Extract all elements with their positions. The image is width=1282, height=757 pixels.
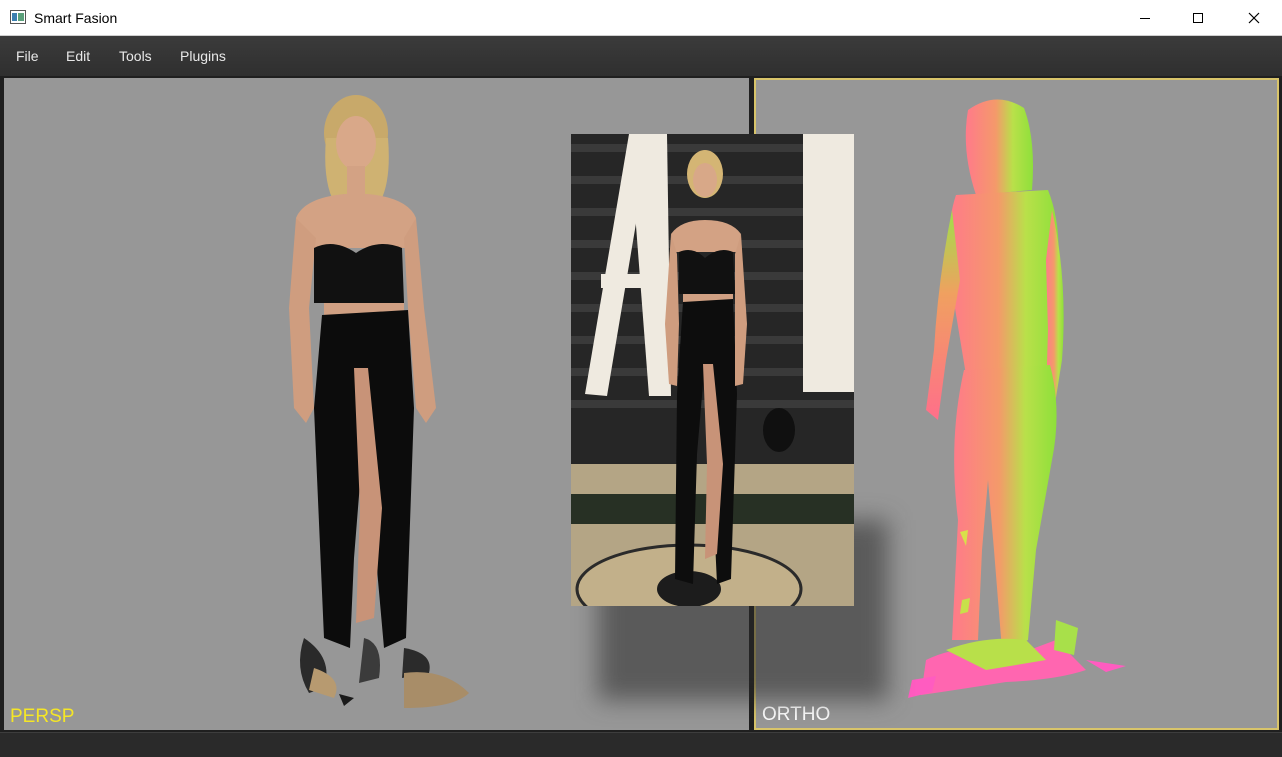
status-bar xyxy=(0,732,1282,757)
reference-photo xyxy=(571,134,854,606)
persp-label: PERSP xyxy=(10,706,75,727)
menu-file[interactable]: File xyxy=(16,48,39,64)
reference-photo-image xyxy=(571,134,854,606)
window-title: Smart Fasion xyxy=(34,10,118,26)
close-icon xyxy=(1248,12,1260,23)
minimize-button[interactable] xyxy=(1122,0,1168,35)
menu-bar: File Edit Tools Plugins xyxy=(0,36,1282,76)
minimize-icon xyxy=(1140,17,1150,19)
ortho-label: ORTHO xyxy=(762,704,831,725)
maximize-icon xyxy=(1193,12,1203,23)
maximize-button[interactable] xyxy=(1175,0,1221,35)
app-icon xyxy=(10,10,26,24)
menu-plugins[interactable]: Plugins xyxy=(180,48,226,64)
menu-edit[interactable]: Edit xyxy=(66,48,90,64)
menu-tools[interactable]: Tools xyxy=(119,48,152,64)
close-button[interactable] xyxy=(1231,0,1277,35)
title-bar: Smart Fasion xyxy=(0,0,1282,36)
